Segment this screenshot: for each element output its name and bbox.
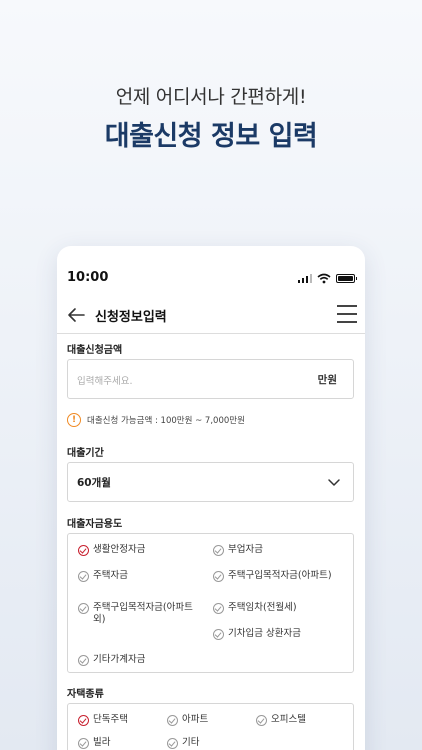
status-bar: 10:00 — [67, 270, 357, 288]
loan-amount-unit: 만원 — [317, 374, 337, 386]
phone-frame: 10:00 신청정보입력 대출신청금액 입력해주세요. 만원 ! 대출신청 가능… — [57, 246, 365, 750]
chevron-down-icon — [328, 479, 340, 486]
back-arrow-icon[interactable] — [65, 304, 87, 326]
housing-option-officetel[interactable]: 오피스텔 — [256, 714, 346, 726]
check-circle-icon — [213, 628, 224, 640]
loan-amount-placeholder[interactable]: 입력해주세요. — [77, 373, 132, 387]
status-icons — [297, 272, 357, 284]
form-content: 대출신청금액 입력해주세요. 만원 ! 대출신청 가능금액 : 100만원 ~ … — [57, 335, 365, 750]
loan-period-select[interactable]: 60개월 — [67, 462, 354, 502]
check-circle-icon — [78, 544, 89, 556]
check-circle-icon — [167, 714, 178, 726]
battery-icon — [336, 273, 357, 283]
app-bar: 신청정보입력 — [57, 298, 365, 334]
housing-option-apartment[interactable]: 아파트 — [167, 714, 247, 726]
option-label: 주택구입목적자금(아파트) — [228, 570, 332, 581]
hamburger-menu-icon[interactable] — [337, 305, 357, 323]
option-label: 빌라 — [93, 737, 111, 748]
check-circle-icon — [213, 602, 224, 614]
check-circle-icon — [78, 714, 89, 726]
loan-purpose-options: 생활안정자금 부업자금 주택자금 주택구입목적자금(아파트) 주택구입목적자금(… — [67, 533, 354, 673]
loan-amount-notice-text: 대출신청 가능금액 : 100만원 ~ 7,000만원 — [87, 416, 245, 426]
loan-amount-notice: ! 대출신청 가능금액 : 100만원 ~ 7,000만원 — [67, 413, 245, 427]
loan-period-value: 60개월 — [77, 477, 111, 489]
check-circle-icon — [78, 654, 89, 666]
purpose-option-debt-repayment[interactable]: 기차입금 상환자금 — [213, 628, 343, 640]
page-title: 신청정보입력 — [95, 310, 167, 325]
purpose-option-lease[interactable]: 주택임차(전월세) — [213, 602, 343, 614]
option-label: 아파트 — [182, 714, 209, 725]
check-circle-icon — [256, 714, 267, 726]
loan-amount-field[interactable]: 입력해주세요. 만원 — [67, 359, 354, 399]
check-circle-icon — [167, 737, 178, 749]
option-label: 주택임차(전월세) — [228, 602, 297, 613]
option-label: 주택자금 — [93, 570, 128, 581]
signal-icon — [297, 273, 312, 283]
wifi-icon — [317, 273, 331, 283]
check-circle-icon — [78, 570, 89, 582]
option-label: 오피스텔 — [271, 714, 306, 725]
housing-type-label: 자택종류 — [67, 689, 104, 700]
housing-option-other[interactable]: 기타 — [167, 737, 247, 749]
purpose-option-other-household[interactable]: 기타가계자금 — [78, 654, 198, 666]
status-time: 10:00 — [67, 270, 109, 285]
check-circle-icon — [78, 602, 89, 614]
option-label: 기차입금 상환자금 — [228, 628, 301, 639]
option-label: 기타 — [182, 737, 200, 748]
option-label: 기타가계자금 — [93, 654, 146, 665]
option-label: 단독주택 — [93, 714, 128, 725]
hero-title: 대출신청 정보 입력 — [104, 121, 318, 152]
check-circle-icon — [78, 737, 89, 749]
option-label: 주택구입목적자금(아파트 외) — [93, 602, 193, 625]
loan-purpose-label: 대출자금용도 — [67, 519, 123, 530]
purpose-option-non-apartment-purchase[interactable]: 주택구입목적자금(아파트 외) — [78, 602, 203, 626]
purpose-option-living[interactable]: 생활안정자금 — [78, 544, 198, 556]
warning-icon: ! — [67, 413, 81, 427]
check-circle-icon — [213, 570, 224, 582]
loan-period-label: 대출기간 — [67, 448, 104, 459]
option-label: 생활안정자금 — [93, 544, 146, 555]
option-label: 부업자금 — [228, 544, 263, 555]
hero-subtitle: 언제 어디서나 간편하게! — [115, 86, 307, 108]
purpose-option-apartment-purchase[interactable]: 주택구입목적자금(아파트) — [213, 570, 343, 582]
housing-option-villa[interactable]: 빌라 — [78, 737, 158, 749]
check-circle-icon — [213, 544, 224, 556]
loan-amount-label: 대출신청금액 — [67, 345, 123, 356]
purpose-option-side-business[interactable]: 부업자금 — [213, 544, 343, 556]
housing-option-detached[interactable]: 단독주택 — [78, 714, 158, 726]
purpose-option-housing[interactable]: 주택자금 — [78, 570, 198, 582]
housing-type-options: 단독주택 아파트 오피스텔 빌라 기타 — [67, 703, 354, 750]
